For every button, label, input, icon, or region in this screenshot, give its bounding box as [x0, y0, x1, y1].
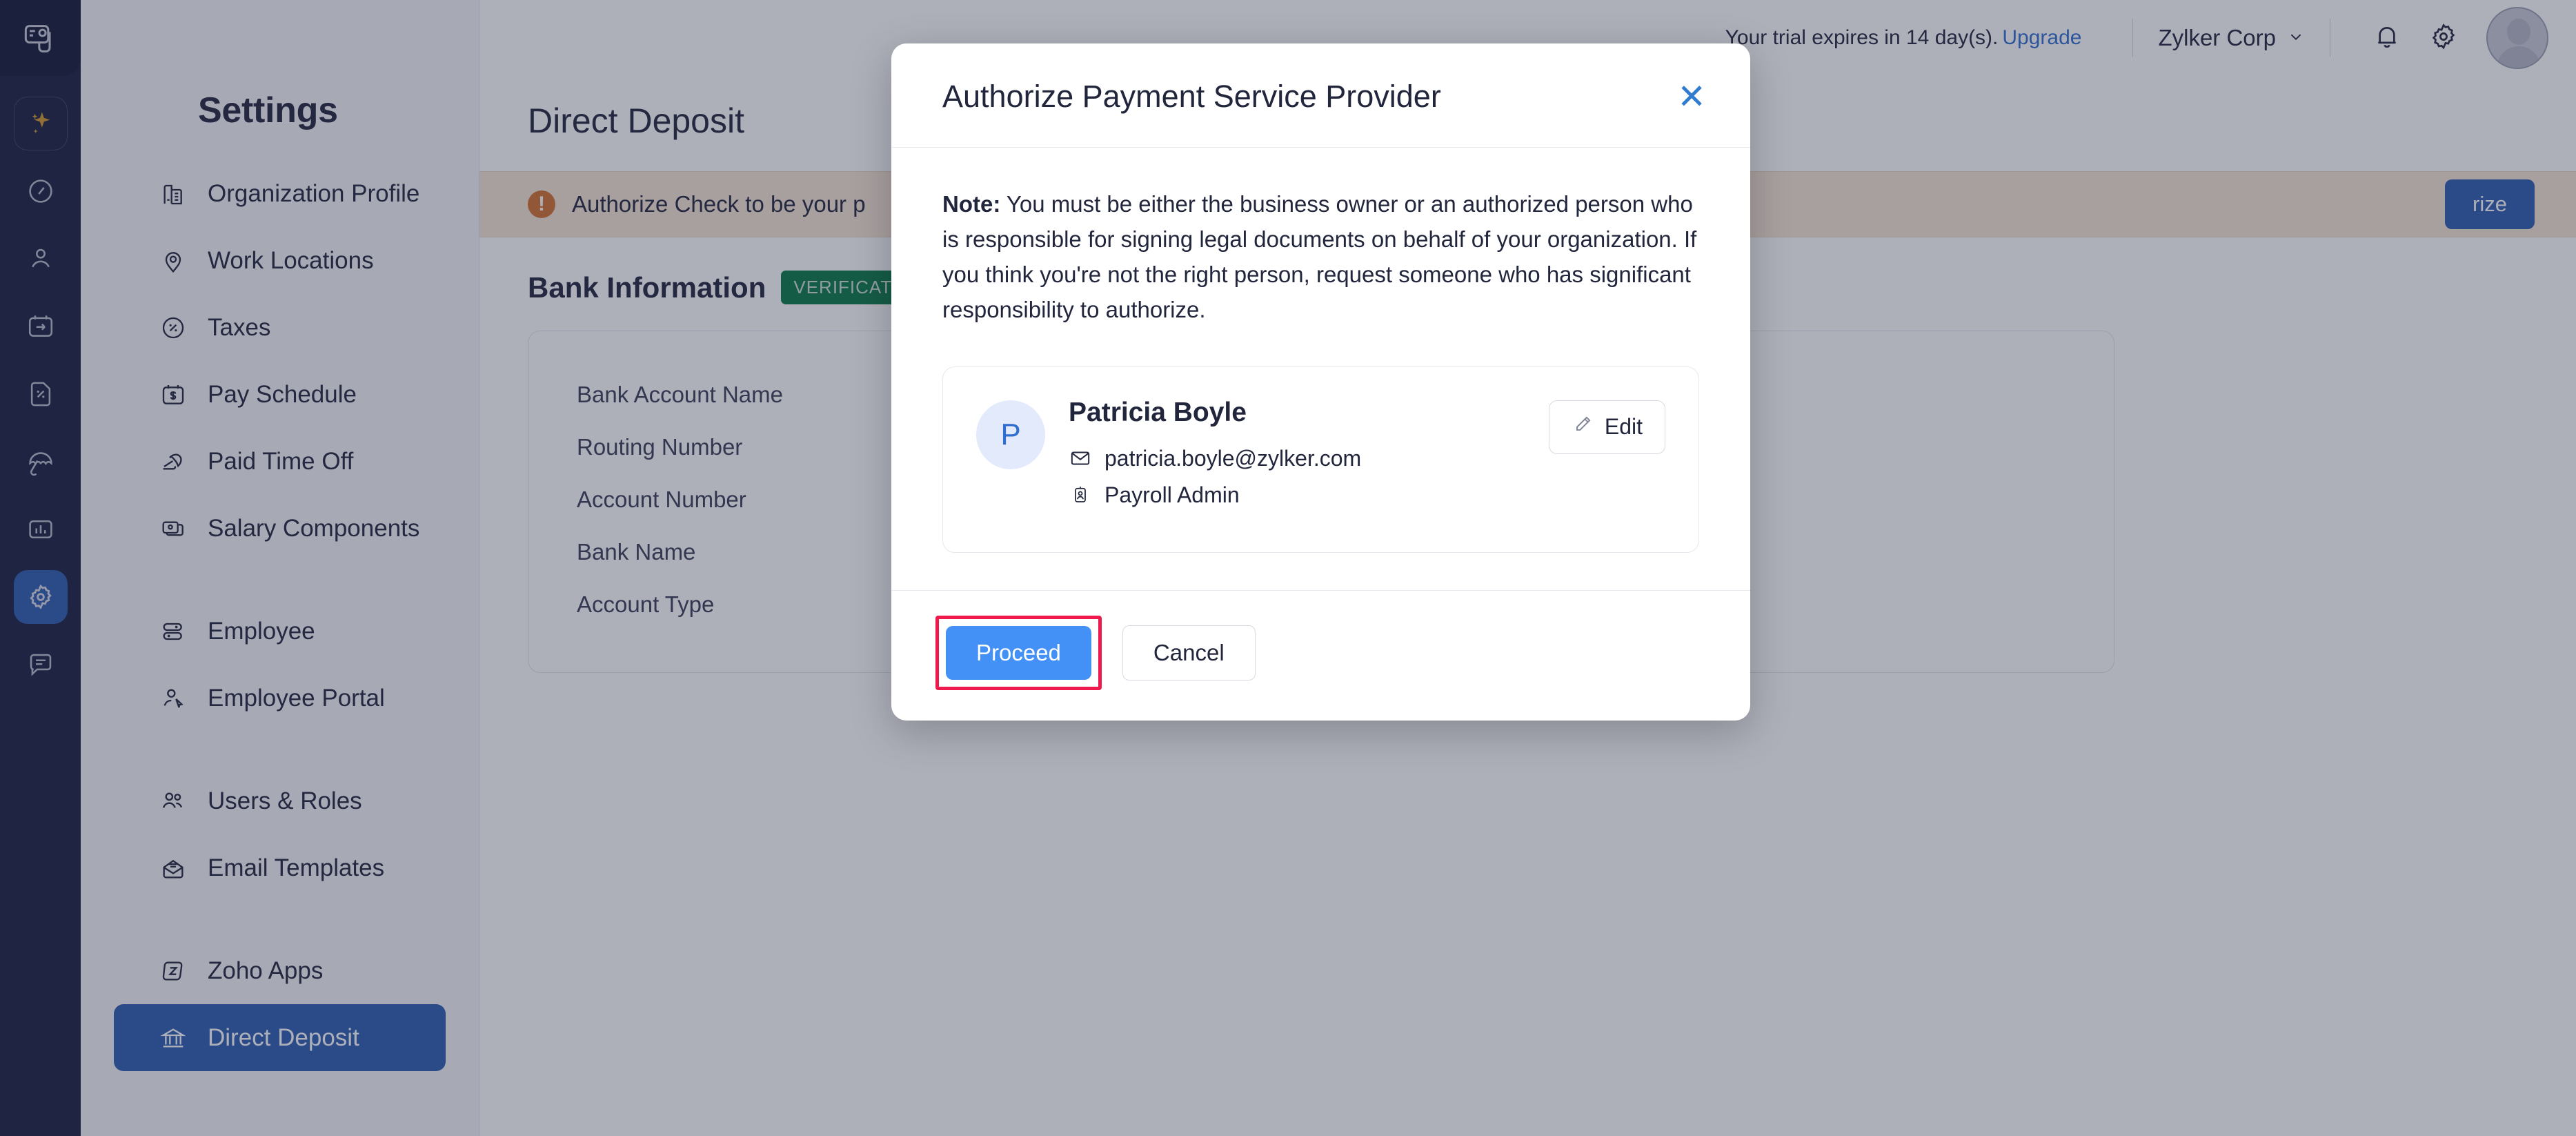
- authorizer-person-card: P Patricia Boyle patricia.boyle@zylker.c…: [942, 366, 1699, 553]
- edit-button-label: Edit: [1604, 414, 1643, 440]
- proceed-button[interactable]: Proceed: [946, 625, 1091, 680]
- person-email: patricia.boyle@zylker.com: [1104, 445, 1362, 471]
- person-name: Patricia Boyle: [1069, 397, 1247, 427]
- pencil-icon: [1572, 413, 1594, 441]
- authorize-payment-service-provider-dialog: Authorize Payment Service Provider ✕ Not…: [891, 43, 1750, 721]
- app-root: Settings Organization Profile Work Locat…: [0, 0, 2576, 1136]
- person-role: Payroll Admin: [1104, 482, 1240, 507]
- proceed-highlight: Proceed: [935, 615, 1102, 690]
- modal-title: Authorize Payment Service Provider: [942, 79, 1441, 114]
- note-text: Note: You must be either the business ow…: [942, 186, 1699, 328]
- envelope-icon: [1069, 447, 1092, 470]
- close-icon[interactable]: ✕: [1670, 77, 1713, 117]
- note-body: You must be either the business owner or…: [942, 191, 1697, 323]
- modal-footer: Proceed Cancel: [891, 589, 1750, 721]
- edit-button[interactable]: Edit: [1548, 400, 1665, 454]
- modal-body: Note: You must be either the business ow…: [891, 148, 1750, 590]
- person-role-row: Payroll Admin: [1069, 482, 1525, 508]
- cancel-button[interactable]: Cancel: [1122, 625, 1256, 680]
- note-label: Note:: [942, 191, 1001, 217]
- modal-header: Authorize Payment Service Provider ✕: [891, 43, 1750, 148]
- id-badge-icon: [1069, 483, 1092, 507]
- person-info: Patricia Boyle patricia.boyle@zylker.com: [1069, 398, 1525, 519]
- person-email-row: patricia.boyle@zylker.com: [1069, 446, 1525, 471]
- avatar: P: [976, 400, 1045, 469]
